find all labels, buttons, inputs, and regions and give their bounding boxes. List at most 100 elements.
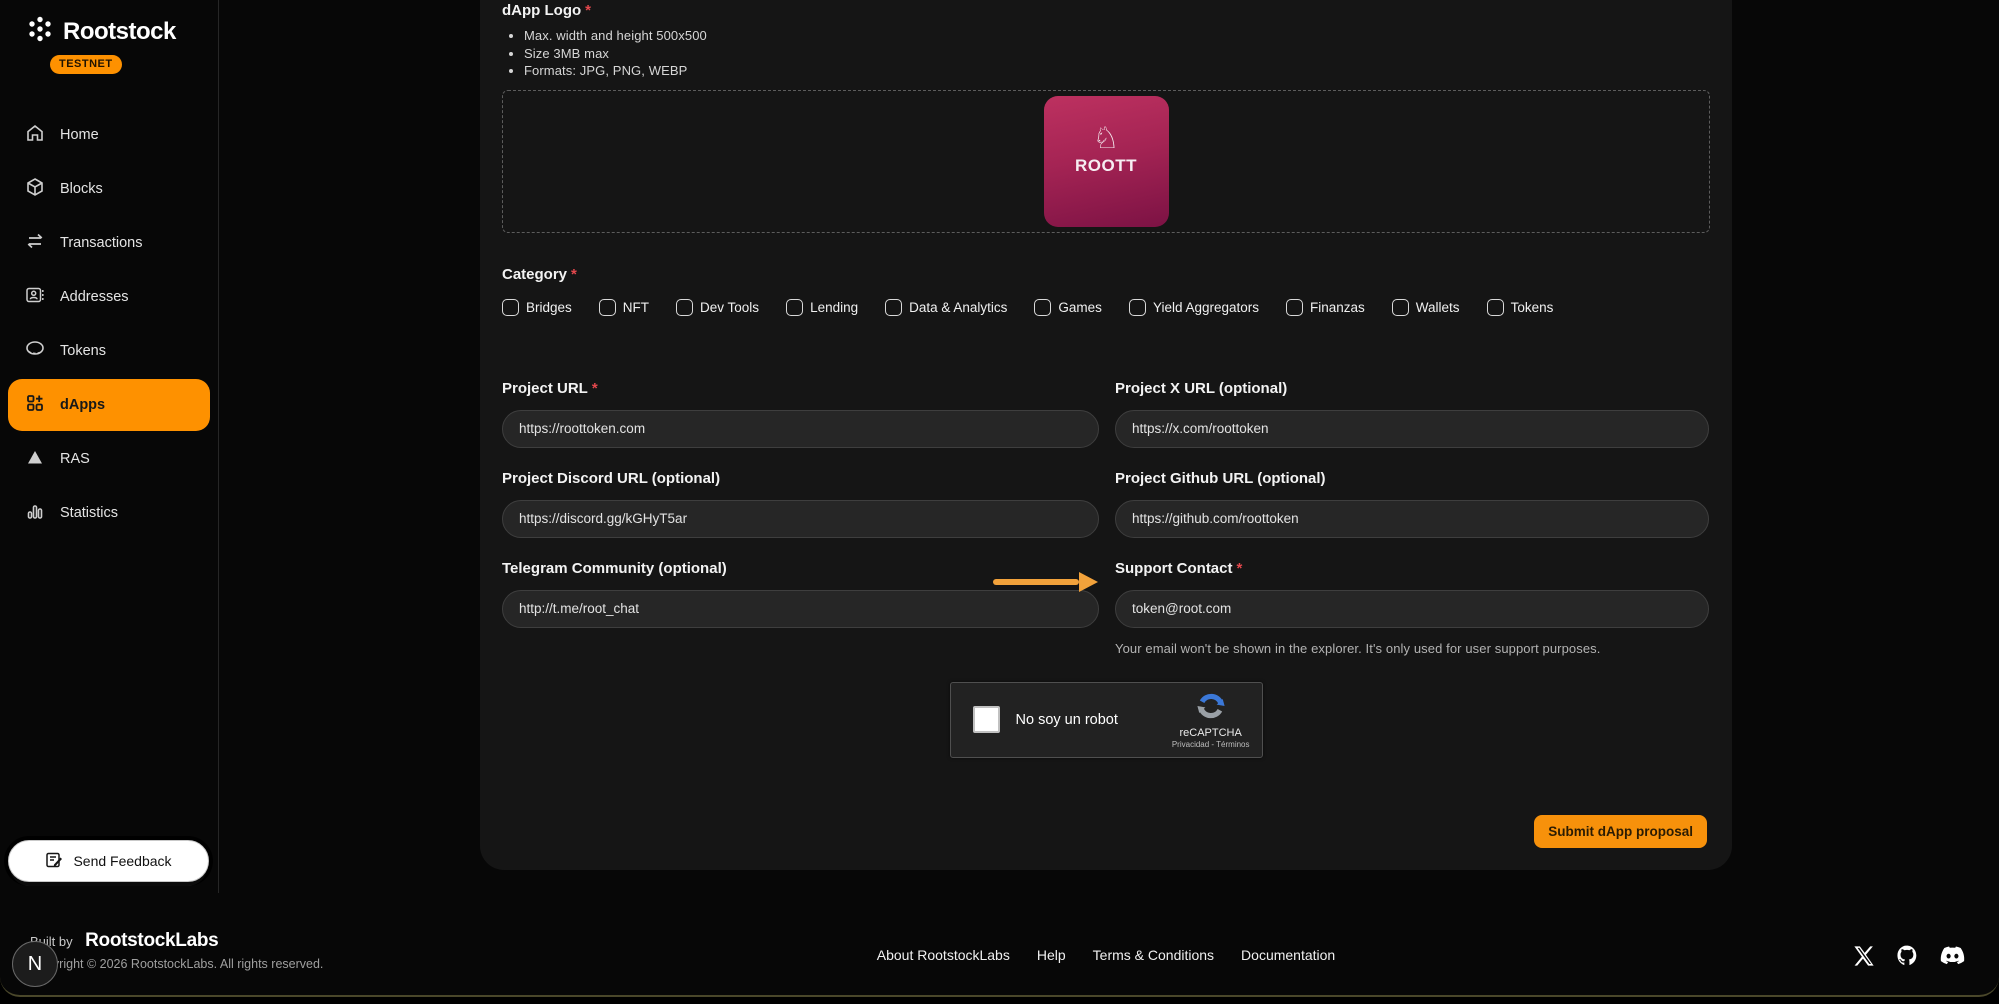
project-discord-url-input[interactable] — [502, 500, 1099, 538]
recaptcha-label: No soy un robot — [1016, 712, 1172, 728]
required-asterisk: * — [585, 2, 591, 19]
sidebar-item-label: Transactions — [60, 235, 142, 251]
sidebar-item-tokens[interactable]: Tokens — [0, 324, 218, 378]
copyright-text: Copyright © 2026 RootstockLabs. All righ… — [30, 957, 323, 971]
recaptcha-brand: reCAPTCHA Privacidad - Términos — [1172, 691, 1250, 749]
github-icon[interactable] — [1896, 944, 1919, 967]
field-project-url: Project URL* — [502, 380, 1099, 448]
dapps-grid-icon — [25, 393, 45, 417]
checkbox[interactable] — [676, 299, 693, 316]
category-checkbox-yield-aggregators[interactable]: Yield Aggregators — [1129, 299, 1259, 316]
recaptcha-privacy-links[interactable]: Privacidad - Términos — [1172, 740, 1250, 749]
field-support-contact: Support Contact* Your email won't be sho… — [1115, 560, 1709, 656]
checkbox[interactable] — [599, 299, 616, 316]
discord-icon[interactable] — [1940, 946, 1965, 965]
coin-icon — [25, 339, 45, 363]
logo-rule: Formats: JPG, PNG, WEBP — [524, 62, 1710, 80]
support-contact-input[interactable] — [1115, 590, 1709, 628]
sidebar-item-statistics[interactable]: Statistics — [0, 486, 218, 540]
recaptcha-logo-icon — [1196, 691, 1226, 726]
sidebar: Rootstock TESTNET Home Blocks — [0, 0, 219, 893]
project-url-input[interactable] — [502, 410, 1099, 448]
category-options: Bridges NFT Dev Tools Lending Data & Ana… — [502, 299, 1710, 316]
sidebar-item-home[interactable]: Home — [0, 108, 218, 162]
checkbox[interactable] — [502, 299, 519, 316]
footer-brand: Built by RootstockLabs Copyright © 2026 … — [30, 930, 323, 971]
recaptcha-checkbox[interactable] — [973, 706, 1000, 733]
footer-social-icons — [1853, 944, 1965, 967]
footer-link-terms[interactable]: Terms & Conditions — [1093, 947, 1214, 963]
footer-link-documentation[interactable]: Documentation — [1241, 947, 1335, 963]
project-x-url-input[interactable] — [1115, 410, 1709, 448]
checkbox[interactable] — [1392, 299, 1409, 316]
category-checkbox-tokens[interactable]: Tokens — [1487, 299, 1554, 316]
arrows-swap-icon — [25, 231, 45, 255]
sidebar-item-label: Addresses — [60, 289, 129, 305]
sidebar-item-transactions[interactable]: Transactions — [0, 216, 218, 270]
category-checkbox-games[interactable]: Games — [1034, 299, 1102, 316]
checkbox[interactable] — [1129, 299, 1146, 316]
x-twitter-icon[interactable] — [1853, 945, 1875, 967]
field-project-x-url: Project X URL (optional) — [1115, 380, 1709, 448]
logo-rules-list: Max. width and height 500x500 Size 3MB m… — [511, 27, 1710, 80]
recaptcha-widget: No soy un robot reCAPTCHA Privacidad - T… — [950, 682, 1263, 758]
sidebar-item-ras[interactable]: RAS — [0, 432, 218, 486]
category-checkbox-nft[interactable]: NFT — [599, 299, 649, 316]
telegram-community-input[interactable] — [502, 590, 1099, 628]
checkbox[interactable] — [885, 299, 902, 316]
feedback-note-icon — [45, 851, 63, 872]
brand[interactable]: Rootstock TESTNET — [0, 0, 218, 74]
logo-preview-tile[interactable]: ♘ ROOTT — [1044, 96, 1169, 227]
rootstock-logo-icon — [25, 14, 55, 49]
category-checkbox-dev-tools[interactable]: Dev Tools — [676, 299, 759, 316]
category-checkbox-lending[interactable]: Lending — [786, 299, 858, 316]
sidebar-item-label: Blocks — [60, 181, 103, 197]
category-checkbox-wallets[interactable]: Wallets — [1392, 299, 1460, 316]
required-asterisk: * — [1237, 560, 1243, 577]
sidebar-item-label: RAS — [60, 451, 90, 467]
category-checkbox-bridges[interactable]: Bridges — [502, 299, 572, 316]
submit-dapp-proposal-button[interactable]: Submit dApp proposal — [1534, 815, 1707, 848]
sidebar-nav: Home Blocks Transactions — [0, 108, 218, 540]
logo-rule: Size 3MB max — [524, 45, 1710, 63]
checkbox[interactable] — [1286, 299, 1303, 316]
footer-link-about[interactable]: About RootstockLabs — [877, 947, 1010, 963]
logo-rule: Max. width and height 500x500 — [524, 27, 1710, 45]
home-icon — [25, 123, 45, 147]
dapp-logo-section-label: dApp Logo* — [502, 2, 1710, 19]
project-github-url-input[interactable] — [1115, 500, 1709, 538]
footer-link-help[interactable]: Help — [1037, 947, 1066, 963]
url-fields-grid: Project URL* Project X URL (optional) Pr… — [502, 380, 1710, 656]
sidebar-item-label: Home — [60, 127, 99, 143]
sidebar-item-label: dApps — [60, 397, 105, 413]
sidebar-item-blocks[interactable]: Blocks — [0, 162, 218, 216]
field-project-github-url: Project Github URL (optional) — [1115, 470, 1709, 538]
checkbox[interactable] — [1487, 299, 1504, 316]
sidebar-item-dapps[interactable]: dApps — [8, 379, 210, 431]
dapp-proposal-card: dApp Logo* Max. width and height 500x500… — [480, 0, 1732, 870]
feedback-label: Send Feedback — [73, 853, 171, 869]
testnet-badge: TESTNET — [50, 55, 122, 74]
cube-icon — [25, 177, 45, 201]
category-checkbox-finanzas[interactable]: Finanzas — [1286, 299, 1365, 316]
logo-dropzone[interactable]: ♘ ROOTT — [502, 90, 1710, 233]
sidebar-item-label: Tokens — [60, 343, 106, 359]
sidebar-item-addresses[interactable]: Addresses — [0, 270, 218, 324]
bar-chart-icon — [25, 501, 45, 525]
rootstocklabs-label: RootstockLabs — [85, 930, 218, 951]
checkbox[interactable] — [786, 299, 803, 316]
logo-preview-text: ROOTT — [1075, 156, 1137, 176]
contact-card-icon — [25, 285, 45, 309]
overlay-n-badge[interactable]: N — [12, 941, 58, 987]
send-feedback-button[interactable]: Send Feedback — [8, 840, 209, 882]
knight-icon: ♘ — [1093, 124, 1120, 154]
sidebar-item-label: Statistics — [60, 505, 118, 521]
brand-name: Rootstock — [63, 18, 176, 46]
triangle-icon — [25, 447, 45, 471]
required-asterisk: * — [592, 380, 598, 397]
checkbox[interactable] — [1034, 299, 1051, 316]
category-label: Category* — [502, 266, 1710, 283]
footer-links: About RootstockLabs Help Terms & Conditi… — [480, 947, 1732, 963]
support-contact-arrow — [993, 572, 1098, 592]
category-checkbox-data-analytics[interactable]: Data & Analytics — [885, 299, 1007, 316]
